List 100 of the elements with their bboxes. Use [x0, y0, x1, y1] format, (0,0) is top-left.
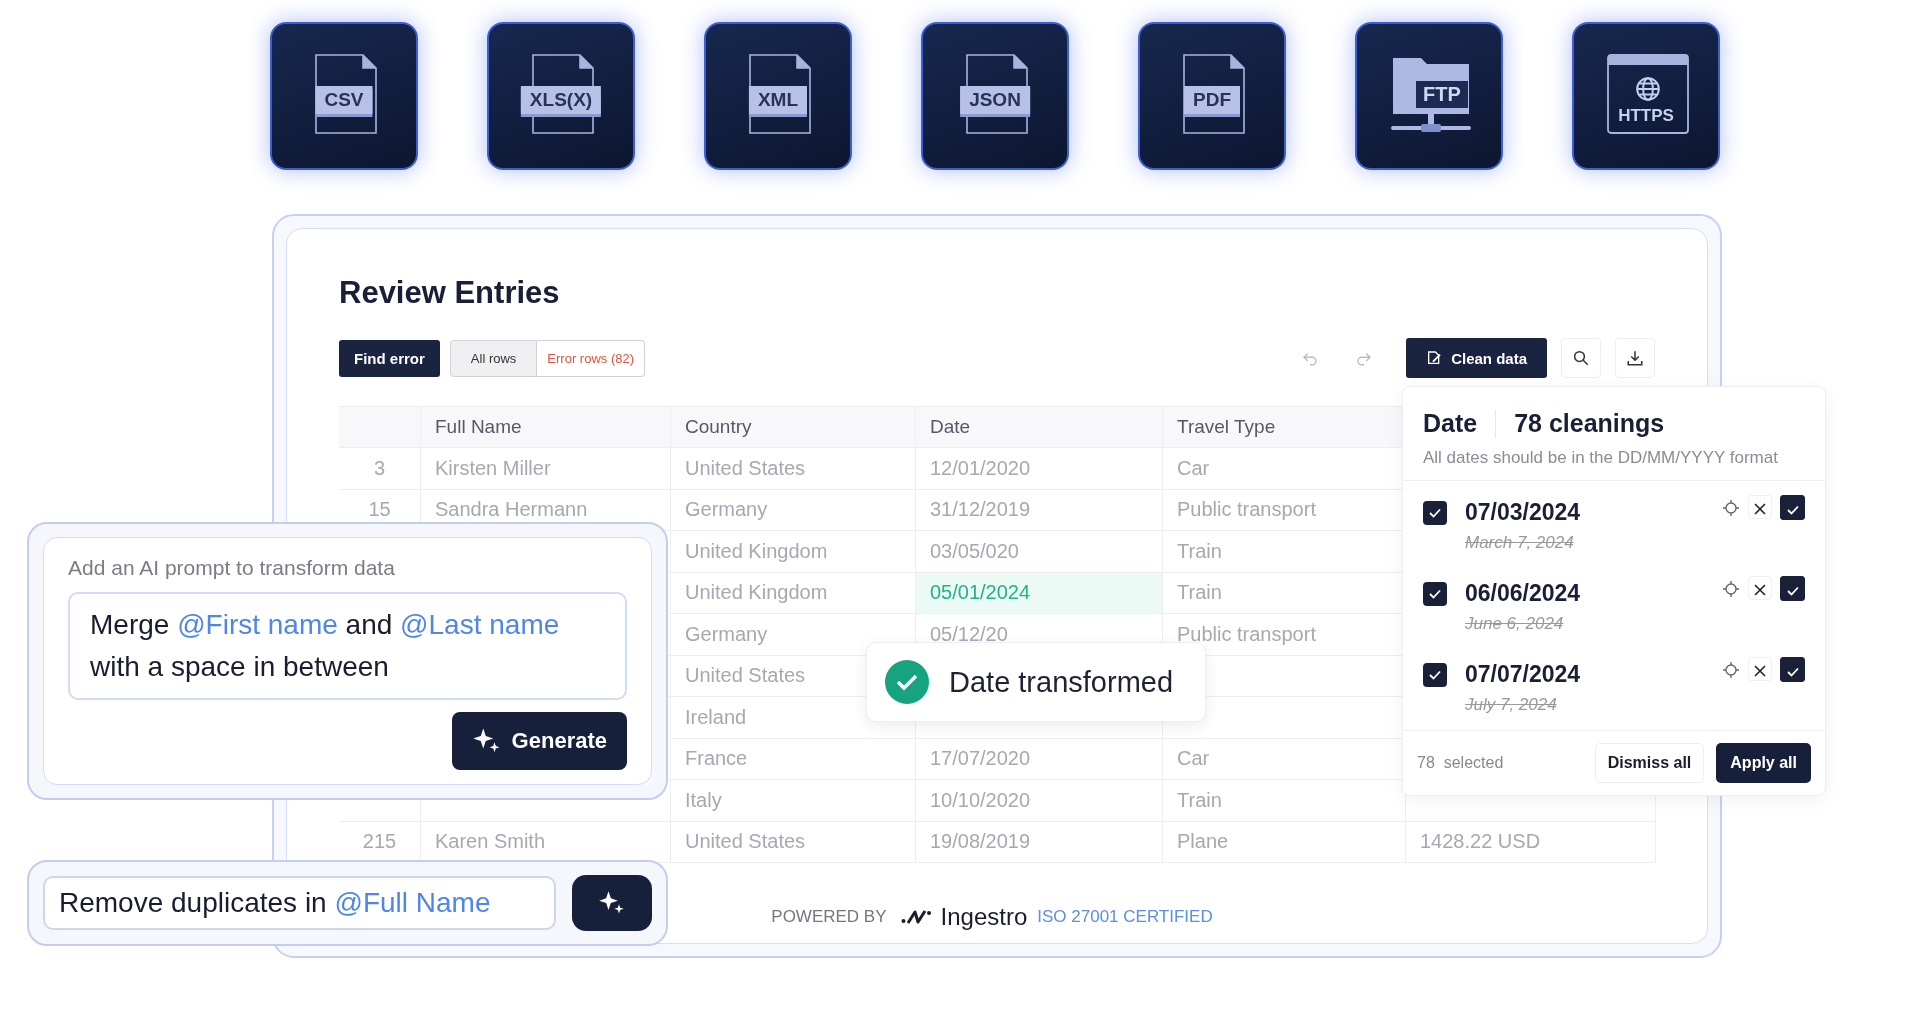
source-tile[interactable]: CSV	[270, 22, 418, 170]
table-cell: 10/10/2020	[930, 788, 1031, 812]
table-cell: Kirsten Miller	[435, 456, 551, 480]
powered-by-label: POWERED BY	[771, 907, 887, 927]
source-tile[interactable]: JSON	[921, 22, 1069, 170]
source-tile[interactable]: XLS(X)	[487, 22, 635, 170]
dismiss-all-button[interactable]: Dismiss all	[1594, 743, 1705, 783]
filter-tab[interactable]: Error rows (82)	[537, 339, 646, 377]
table-cell: 03/05/020	[930, 539, 1019, 563]
document-icon	[315, 54, 377, 134]
reject-button[interactable]	[1748, 576, 1772, 600]
close-icon	[1754, 584, 1766, 596]
new-value: 07/07/2024	[1465, 660, 1582, 689]
format-label: JSON	[960, 86, 1030, 114]
prompt-label: Add an AI prompt to transform data	[68, 556, 396, 580]
generate-button[interactable]	[572, 875, 652, 931]
table-cell: Public transport	[1177, 622, 1316, 646]
old-value: June 6, 2024	[1465, 614, 1565, 634]
table-cell: 31/12/2019	[930, 498, 1031, 522]
certification-label: ISO 27001 CERTIFIED	[1037, 907, 1213, 927]
edit-icon	[1426, 350, 1443, 366]
locate-icon[interactable]	[1722, 499, 1740, 517]
accept-button[interactable]	[1780, 495, 1805, 520]
table-cell: Germany	[685, 498, 768, 522]
selected-count: 78 selected	[1417, 754, 1505, 772]
document-icon	[749, 54, 811, 134]
find-error-button[interactable]: Find error	[339, 339, 440, 377]
checkbox[interactable]	[1423, 582, 1447, 606]
table-cell: Car	[1177, 456, 1210, 480]
table-cell: 1428.22 USD	[1420, 830, 1541, 854]
table-cell: United Kingdom	[685, 581, 828, 605]
table-cell: 19/08/2019	[930, 830, 1031, 854]
table-cell: Ireland	[685, 705, 747, 729]
checkbox[interactable]	[1423, 501, 1447, 525]
prompt-field[interactable]: Merge @First name and @Last name with a space in between	[68, 592, 627, 700]
table-cell: France	[685, 747, 748, 771]
row-number: 3	[373, 456, 386, 480]
source-tile[interactable]: HTTPS	[1572, 22, 1720, 170]
table-cell: Italy	[685, 788, 722, 812]
prompt-field[interactable]: Remove duplicates in @Full Name	[43, 876, 556, 930]
table-cell: United States	[685, 664, 806, 688]
format-label: PDF	[1184, 86, 1240, 114]
table-cell: Public transport	[1177, 498, 1316, 522]
table-cell: Germany	[685, 622, 768, 646]
success-icon	[885, 660, 929, 704]
accept-button[interactable]	[1780, 576, 1805, 601]
table-cell: Sandra Hermann	[435, 498, 588, 522]
close-icon	[1754, 665, 1766, 677]
table-cell: United States	[685, 830, 806, 854]
document-icon	[1183, 54, 1245, 134]
protocol-label: HTTPS	[1618, 106, 1674, 126]
accept-button[interactable]	[1780, 657, 1805, 682]
source-tile[interactable]: XML	[704, 22, 852, 170]
apply-all-button[interactable]: Apply all	[1716, 743, 1811, 783]
table-cell: Plane	[1177, 830, 1229, 854]
table-cell: United Kingdom	[685, 539, 828, 563]
generate-button[interactable]: Generate	[451, 712, 627, 770]
checkbox[interactable]	[1423, 663, 1447, 687]
new-value: 06/06/2024	[1465, 579, 1582, 608]
reject-button[interactable]	[1748, 657, 1772, 681]
reject-button[interactable]	[1748, 495, 1772, 519]
globe-icon	[1635, 76, 1661, 102]
table-cell: Train	[1177, 539, 1222, 563]
table-cell: 12/01/2020	[930, 456, 1031, 480]
old-value: July 7, 2024	[1465, 695, 1558, 715]
old-value: March 7, 2024	[1465, 533, 1575, 553]
format-label: XML	[748, 86, 808, 114]
page-title: Review Entries	[339, 274, 561, 312]
download-icon	[1626, 349, 1644, 367]
format-label: CSV	[315, 86, 373, 114]
column-header: Travel Type	[1177, 416, 1276, 438]
filter-tab[interactable]: All rows	[449, 339, 538, 377]
toast-message: Date transformed	[949, 665, 1174, 699]
column-name: Date	[1423, 409, 1478, 438]
clean-data-button[interactable]: Clean data	[1406, 338, 1547, 378]
source-tile[interactable]: PDF	[1138, 22, 1286, 170]
browser-window-icon	[1607, 54, 1689, 134]
column-header: Country	[685, 416, 752, 438]
table-cell: 05/01/2024	[930, 581, 1031, 605]
locate-icon[interactable]	[1722, 661, 1740, 679]
search-icon	[1572, 349, 1590, 367]
brand-name: Ingestro	[940, 903, 1028, 931]
search-button[interactable]	[1561, 338, 1601, 378]
table-cell: United States	[685, 456, 806, 480]
new-value: 07/03/2024	[1465, 498, 1582, 527]
column-header: Full Name	[435, 416, 522, 438]
table-cell: 17/07/2020	[930, 747, 1031, 771]
table-cell: Train	[1177, 581, 1222, 605]
format-label: XLS(X)	[520, 86, 602, 114]
table-cell: Karen Smith	[435, 830, 546, 854]
row-number: 215	[362, 830, 397, 854]
cleaning-count: 78 cleanings	[1514, 409, 1665, 438]
protocol-label: FTP	[1415, 80, 1469, 109]
source-tile[interactable]: FTP	[1355, 22, 1503, 170]
table-cell: 05/12/20	[930, 622, 1008, 646]
table-cell: Car	[1177, 747, 1210, 771]
close-icon	[1754, 503, 1766, 515]
download-button[interactable]	[1615, 338, 1655, 378]
locate-icon[interactable]	[1722, 580, 1740, 598]
row-number: 15	[368, 498, 391, 522]
